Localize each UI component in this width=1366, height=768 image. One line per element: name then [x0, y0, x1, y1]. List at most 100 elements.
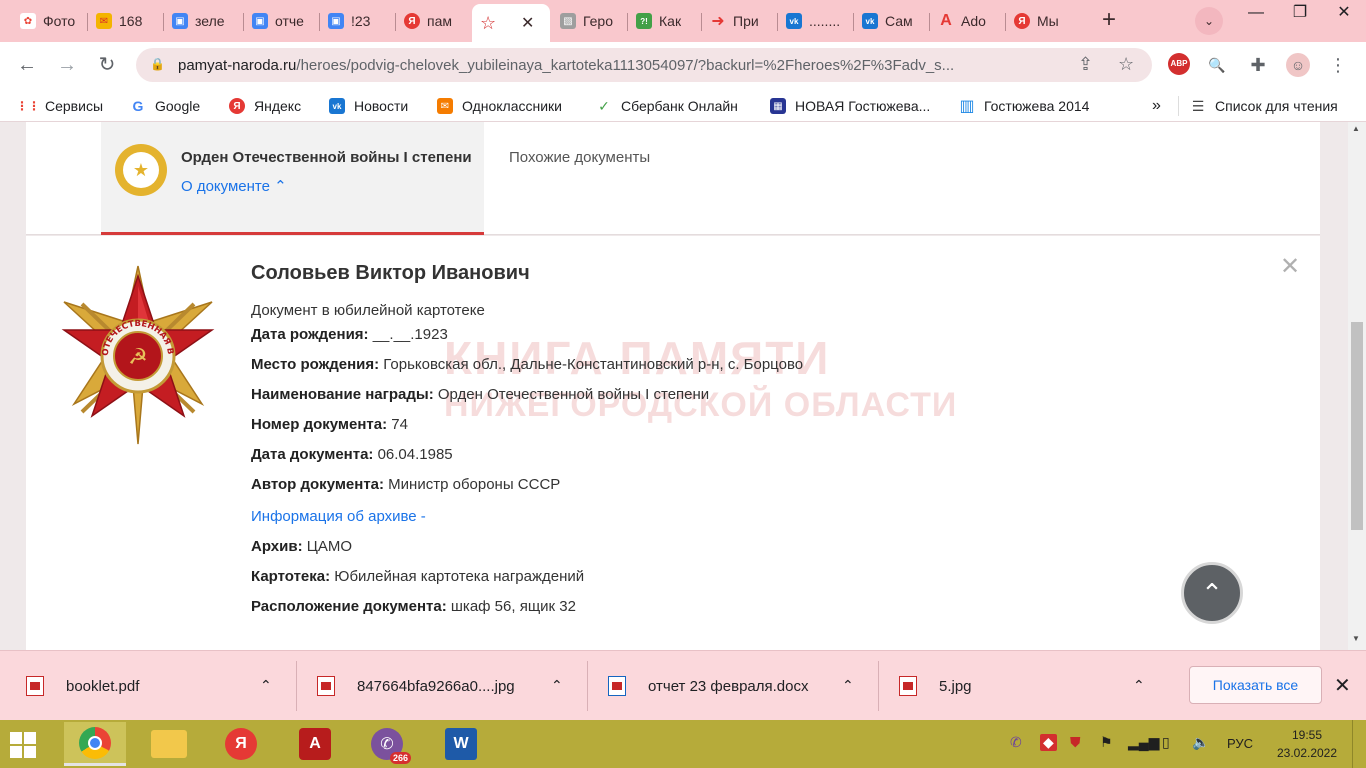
share-icon[interactable]: ⇪ — [1078, 54, 1093, 75]
taskbar-chrome[interactable] — [64, 722, 126, 766]
taskbar-viber[interactable]: ✆ 266 — [356, 722, 418, 766]
download-item[interactable]: 5.jpg ⌃ — [899, 651, 1169, 721]
profile-avatar[interactable]: ☺ — [1286, 53, 1310, 77]
volume-tray-icon[interactable]: 🔈 — [1192, 734, 1209, 751]
windows-taskbar: Я A ✆ 266 W ✆ ◆ ⛊ ⚑ ▂▄▆ ▯ 🔈 РУС 19:55 23.… — [0, 720, 1366, 768]
maximize-button[interactable]: ❐ — [1278, 0, 1322, 28]
show-all-downloads-button[interactable]: Показать все — [1189, 666, 1322, 704]
scroll-to-top-button[interactable]: ⌃ — [1181, 562, 1243, 624]
medal-icon: ★ — [115, 144, 167, 196]
battery-tray-icon[interactable]: ▯ — [1162, 734, 1170, 751]
browser-tab[interactable]: ▧ Геро — [552, 4, 628, 38]
menu-dots-icon[interactable]: ⋮ — [1326, 53, 1350, 77]
yandex-icon: Я — [229, 98, 245, 114]
chevron-up-icon[interactable]: ⌃ — [551, 677, 563, 694]
browser-tab[interactable]: ▣ !23 — [320, 4, 396, 38]
tab-similar-documents[interactable]: Похожие документы — [509, 149, 650, 166]
taskbar-word[interactable]: W — [430, 722, 492, 766]
browser-tab[interactable]: ✉ 168 — [88, 4, 164, 38]
search-extension-icon[interactable]: 🔍 — [1205, 53, 1229, 77]
browser-tab[interactable]: A Ado — [930, 4, 1006, 38]
address-bar[interactable]: 🔒 pamyat-naroda.ru/heroes/podvig-chelove… — [136, 48, 1152, 82]
sberbank-icon: ✓ — [598, 97, 610, 114]
security-tray-icon[interactable]: ⛊ — [1070, 734, 1081, 751]
scrollbar-thumb[interactable] — [1351, 322, 1363, 530]
docs-icon: ▣ — [172, 13, 188, 29]
download-item[interactable]: отчет 23 февраля.docx ⌃ — [608, 651, 878, 721]
bookmark-odnoklassniki[interactable]: ✉ Одноклассники — [437, 96, 562, 116]
anydesk-tray-icon[interactable]: ◆ — [1040, 734, 1057, 751]
field-document-date: Дата документа: 06.04.1985 — [251, 446, 453, 463]
field-archive: Архив: ЦАМО — [251, 538, 353, 555]
browser-tab[interactable]: ➜ При — [702, 4, 778, 38]
bookmark-services[interactable]: ⋮⋮ Сервисы — [16, 96, 103, 116]
chevron-up-icon[interactable]: ⌃ — [842, 677, 854, 694]
viber-tray-icon[interactable]: ✆ — [1010, 734, 1022, 751]
docs-icon: ▣ — [328, 13, 344, 29]
chrome-icon — [79, 726, 111, 759]
award-tab-title: Орден Отечественной войны I степени — [181, 149, 472, 166]
browser-toolbar: ← → ↻ 🔒 pamyat-naroda.ru/heroes/podvig-c… — [0, 42, 1366, 88]
download-item[interactable]: booklet.pdf ⌃ — [26, 651, 296, 721]
scroll-up-icon[interactable]: ▲ — [1352, 124, 1360, 133]
reload-button[interactable]: ↻ — [92, 50, 122, 80]
about-document-link[interactable]: О документе ⌃ — [181, 177, 287, 195]
browser-tab[interactable]: vk ........ — [778, 4, 854, 38]
browser-tab[interactable]: ✿ Фото — [12, 4, 88, 38]
bookmark-gostyuzheva-2014[interactable]: ▥ Гостюжева 2014 — [959, 96, 1089, 116]
adblock-plus-icon[interactable]: ABP — [1168, 53, 1190, 75]
person-name: Соловьев Виктор Иванович — [251, 262, 530, 284]
scroll-down-icon[interactable]: ▼ — [1352, 634, 1360, 643]
taskbar-explorer[interactable] — [138, 722, 200, 766]
bookmark-yandex[interactable]: Я Яндекс — [229, 96, 301, 116]
tab-search-button[interactable]: ⌄ — [1195, 7, 1223, 35]
bookmarks-bar: ⋮⋮ Сервисы G Google Я Яндекс vk Новости … — [0, 88, 1366, 122]
arrow-icon: ➜ — [711, 13, 725, 30]
browser-tab[interactable]: Я Мы — [1006, 4, 1084, 38]
site-icon: ▥ — [959, 98, 975, 115]
taskbar-yandex[interactable]: Я — [210, 722, 272, 766]
page-scrollbar[interactable]: ▲ ▼ — [1348, 122, 1366, 650]
bookmark-sberbank[interactable]: ✓ Сбербанк Онлайн — [596, 96, 738, 116]
bookmark-gostyuzheva-new[interactable]: ▦ НОВАЯ Гостюжева... — [770, 96, 930, 116]
browser-tab-active[interactable]: ☆ ✕ — [472, 4, 550, 42]
vk-icon: vk — [329, 98, 345, 114]
show-desktop-button[interactable] — [1352, 720, 1366, 768]
windows-start-icon[interactable] — [10, 732, 36, 758]
flag-tray-icon[interactable]: ⚑ — [1100, 734, 1113, 751]
bookmark-google[interactable]: G Google — [130, 96, 201, 116]
browser-tab[interactable]: ▣ зеле — [164, 4, 244, 38]
forward-button[interactable]: → — [52, 50, 82, 80]
extensions-puzzle-icon[interactable]: ✚ — [1246, 53, 1270, 77]
back-button[interactable]: ← — [12, 50, 42, 80]
close-window-button[interactable]: ✕ — [1322, 0, 1366, 28]
minimize-button[interactable]: — — [1234, 0, 1278, 28]
tab-award[interactable]: ★ Орден Отечественной войны I степени О … — [101, 122, 484, 235]
browser-tab[interactable]: ▣ отче — [244, 4, 320, 38]
language-indicator[interactable]: РУС — [1227, 736, 1253, 751]
tab-title: отче — [275, 13, 304, 29]
close-icon[interactable]: ✕ — [1280, 252, 1300, 281]
system-clock[interactable]: 19:55 23.02.2022 — [1268, 726, 1346, 762]
browser-tab[interactable]: ?! Как — [628, 4, 702, 38]
bookmark-news[interactable]: vk Новости — [329, 96, 408, 116]
bookmark-star-icon[interactable]: ☆ — [1118, 54, 1134, 75]
image-file-icon — [899, 676, 917, 696]
reading-list-button[interactable]: ☰ Список для чтения — [1190, 96, 1338, 116]
download-item[interactable]: 847664bfa9266a0....jpg ⌃ — [317, 651, 587, 721]
browser-tab[interactable]: vk Сам — [854, 4, 930, 38]
close-tab-icon[interactable]: ✕ — [521, 13, 534, 33]
network-tray-icon[interactable]: ▂▄▆ — [1128, 734, 1159, 751]
browser-tab[interactable]: Я пам — [396, 4, 470, 38]
chevron-up-icon[interactable]: ⌃ — [260, 677, 272, 694]
taskbar-acrobat[interactable]: A — [284, 722, 346, 766]
reading-list-icon: ☰ — [1191, 97, 1205, 114]
archive-info-link[interactable]: Информация об архиве - — [251, 508, 426, 525]
bookmarks-more-button[interactable]: » — [1152, 96, 1161, 116]
chevron-up-icon[interactable]: ⌃ — [1133, 677, 1145, 694]
new-tab-button[interactable]: + — [1094, 7, 1124, 35]
sheet-icon: ▦ — [770, 98, 786, 114]
folder-icon — [151, 730, 187, 758]
close-downloads-icon[interactable]: ✕ — [1334, 673, 1351, 698]
url-text[interactable]: pamyat-naroda.ru/heroes/podvig-chelovek_… — [178, 57, 1068, 74]
